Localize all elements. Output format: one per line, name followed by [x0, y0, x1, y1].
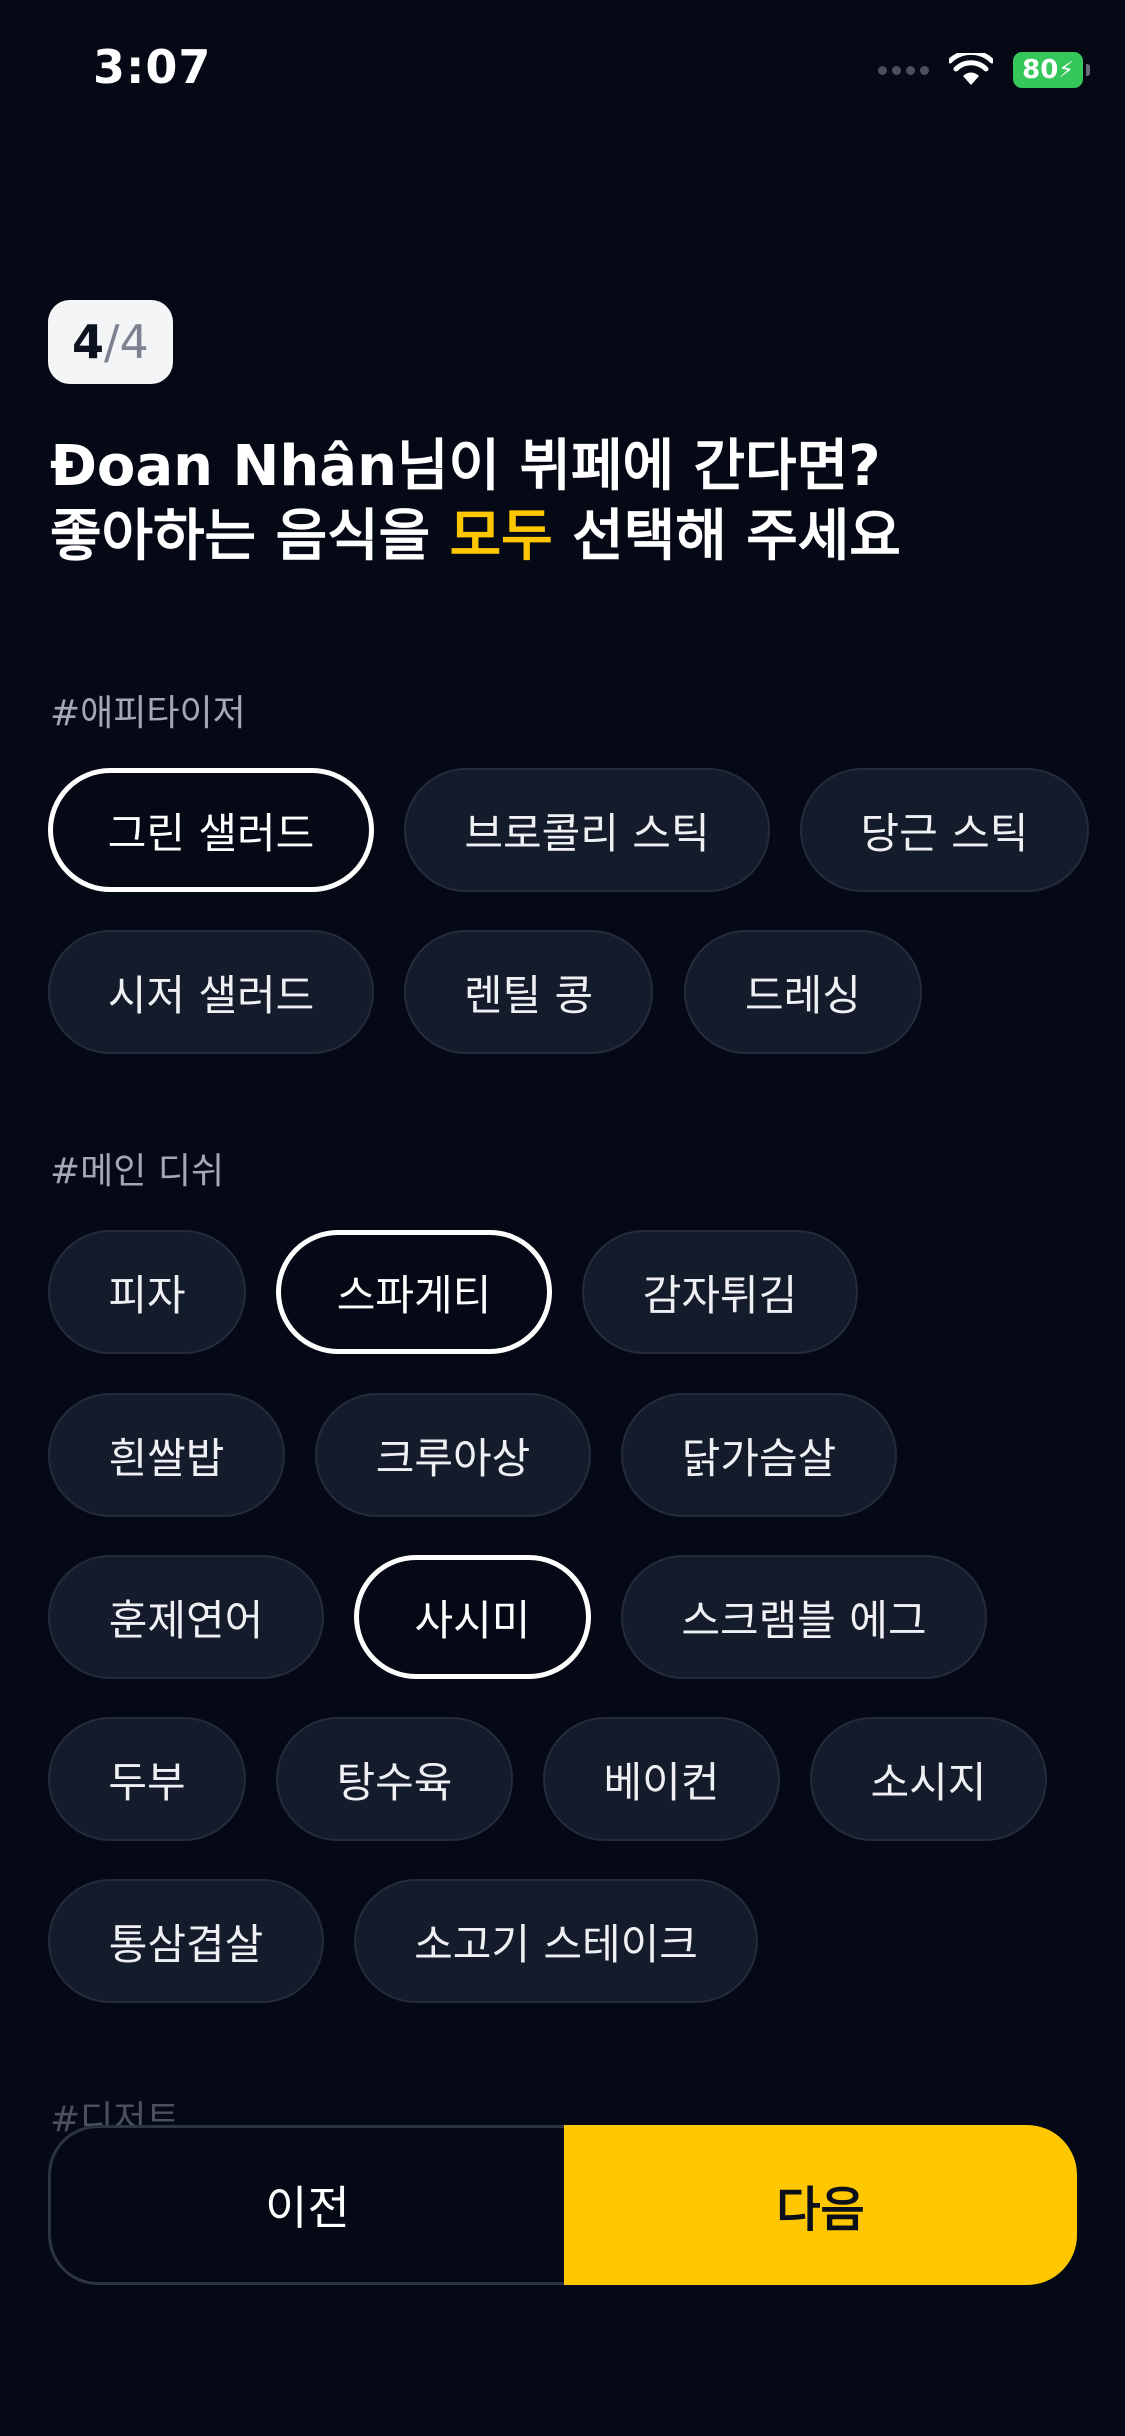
chip-pork-belly[interactable]: 통삼겹살: [48, 1879, 324, 2003]
chip-broccoli-stick[interactable]: 브로콜리 스틱: [404, 768, 770, 892]
page-title: Đoan Nhân님이 뷔페에 간다면? 좋아하는 음식을 모두 선택해 주세요: [50, 432, 1090, 572]
chip-beef-steak[interactable]: 소고기 스테이크: [354, 1879, 758, 2003]
step-current: 4: [72, 315, 105, 369]
step-indicator: 4/4: [48, 300, 173, 384]
chip-lentil-beans[interactable]: 렌틸 콩: [404, 930, 653, 1054]
next-button[interactable]: 다음: [564, 2125, 1077, 2285]
title-line-2: 좋아하는 음식을 모두 선택해 주세요: [50, 502, 1090, 572]
chip-bacon[interactable]: 베이컨: [543, 1717, 780, 1841]
chip-scrambled-egg[interactable]: 스크램블 에그: [621, 1555, 987, 1679]
chip-tofu[interactable]: 두부: [48, 1717, 246, 1841]
battery-charging-icon: 80 ⚡: [1013, 52, 1090, 88]
battery-level: 80: [1022, 55, 1059, 85]
signal-icon: [878, 65, 929, 75]
chip-green-salad[interactable]: 그린 샐러드: [48, 768, 374, 892]
prev-button[interactable]: 이전: [48, 2125, 564, 2285]
title-line-1: Đoan Nhân님이 뷔페에 간다면?: [50, 434, 881, 499]
chip-sweet-sour-pork[interactable]: 탕수육: [276, 1717, 513, 1841]
chip-french-fries[interactable]: 감자튀김: [582, 1230, 858, 1354]
chip-spaghetti[interactable]: 스파게티: [276, 1230, 552, 1354]
chip-caesar-salad[interactable]: 시저 샐러드: [48, 930, 374, 1054]
status-time: 3:07: [93, 40, 212, 94]
screen: 3:07 80 ⚡ 4/4 Đoan Nhân님이 뷔페에 간다면? 좋아하는 음…: [0, 0, 1125, 2436]
chip-pizza[interactable]: 피자: [48, 1230, 246, 1354]
step-separator: /: [104, 315, 120, 369]
chip-white-rice[interactable]: 흰쌀밥: [48, 1393, 285, 1517]
step-total: 4: [119, 315, 149, 369]
chip-smoked-salmon[interactable]: 훈제연어: [48, 1555, 324, 1679]
section-label-main-dish: #메인 디쉬: [50, 1151, 225, 1192]
title-line-2-pre: 좋아하는 음식을: [50, 504, 450, 569]
chip-sashimi[interactable]: 사시미: [354, 1555, 591, 1679]
section-label-appetizer: #애피타이저: [50, 693, 246, 734]
status-icons: 80 ⚡: [878, 48, 1090, 92]
chip-carrot-stick[interactable]: 당근 스틱: [800, 768, 1089, 892]
chip-sausage[interactable]: 소시지: [810, 1717, 1047, 1841]
chip-croissant[interactable]: 크루아상: [315, 1393, 591, 1517]
chip-chicken-breast[interactable]: 닭가슴살: [621, 1393, 897, 1517]
wifi-icon: [949, 53, 993, 87]
charging-bolt-icon: ⚡: [1058, 57, 1074, 83]
title-line-2-post: 선택해 주세요: [552, 504, 901, 569]
title-highlight: 모두: [449, 504, 553, 569]
chip-dressing[interactable]: 드레싱: [684, 930, 922, 1054]
